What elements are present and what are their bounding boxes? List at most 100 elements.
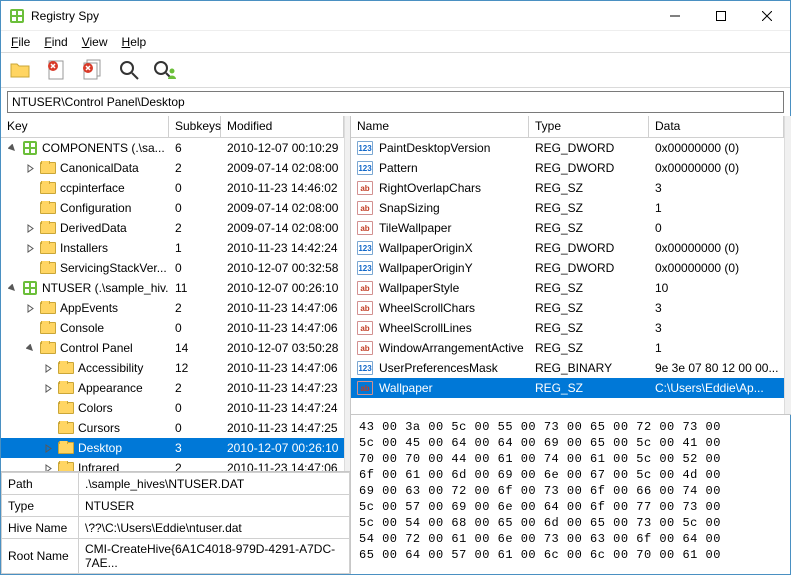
tree-row[interactable]: NTUSER (.\sample_hiv...112010-12-07 00:2… (1, 278, 344, 298)
tree-header-key[interactable]: Key (1, 116, 169, 137)
tree-key-name: Configuration (60, 201, 131, 215)
folder-icon (40, 182, 56, 194)
tree-expander[interactable] (43, 443, 54, 454)
values-scrollbar[interactable] (784, 116, 791, 414)
tree-expander[interactable] (43, 383, 54, 394)
maximize-icon (716, 11, 726, 21)
tree-expander[interactable] (25, 343, 36, 354)
address-bar[interactable]: NTUSER\Control Panel\Desktop (7, 91, 784, 113)
close-hive-button[interactable] (43, 56, 71, 84)
folder-icon (58, 382, 74, 394)
tree-subkeys: 0 (169, 321, 221, 335)
tree-header-subkeys[interactable]: Subkeys (169, 116, 221, 137)
tree-expander[interactable] (7, 143, 18, 154)
value-type-icon: 123 (357, 261, 373, 275)
value-type-icon: ab (357, 381, 373, 395)
tree-expander[interactable] (43, 463, 54, 472)
search-button[interactable] (115, 56, 143, 84)
tree-row[interactable]: Desktop32010-12-07 00:26:10 (1, 438, 344, 458)
file-close-icon (46, 59, 68, 81)
tree-row[interactable]: Installers12010-11-23 14:42:24 (1, 238, 344, 258)
tree-expander[interactable] (43, 363, 54, 374)
tree-row[interactable]: Console02010-11-23 14:47:06 (1, 318, 344, 338)
detail-hive-label: Hive Name (2, 517, 79, 539)
tree-expander[interactable] (25, 223, 36, 234)
value-row[interactable]: 123UserPreferencesMaskREG_BINARY9e 3e 07… (351, 358, 784, 378)
value-data: 1 (649, 201, 784, 215)
tree-subkeys: 3 (169, 441, 221, 455)
values-header-type[interactable]: Type (529, 116, 649, 137)
value-row[interactable]: abRightOverlapCharsREG_SZ3 (351, 178, 784, 198)
tree-modified: 2009-07-14 02:08:00 (221, 221, 344, 235)
tree-row[interactable]: AppEvents22010-11-23 14:47:06 (1, 298, 344, 318)
hex-viewer[interactable]: 43 00 3a 00 5c 00 55 00 73 00 65 00 72 0… (351, 414, 791, 574)
values-body[interactable]: 123PaintDesktopVersionREG_DWORD0x0000000… (351, 138, 784, 414)
value-name: WheelScrollChars (379, 301, 475, 315)
tree-header-modified[interactable]: Modified (221, 116, 344, 137)
menu-help-label: elp (130, 35, 146, 49)
value-row[interactable]: abWheelScrollLinesREG_SZ3 (351, 318, 784, 338)
tree-row[interactable]: ServicingStackVer...02010-12-07 00:32:58 (1, 258, 344, 278)
tree-subkeys: 2 (169, 221, 221, 235)
tree-row[interactable]: Cursors02010-11-23 14:47:25 (1, 418, 344, 438)
open-folder-icon (9, 60, 33, 80)
value-row[interactable]: abWindowArrangementActiveREG_SZ1 (351, 338, 784, 358)
detail-root-label: Root Name (2, 539, 79, 574)
tree-row[interactable]: COMPONENTS (.\sa...62010-12-07 00:10:29 (1, 138, 344, 158)
values-header-name[interactable]: Name (351, 116, 529, 137)
tree-row[interactable]: Appearance22010-11-23 14:47:23 (1, 378, 344, 398)
tree-row[interactable]: DerivedData22009-07-14 02:08:00 (1, 218, 344, 238)
tree-row[interactable]: Configuration02009-07-14 02:08:00 (1, 198, 344, 218)
menu-help[interactable]: Help (116, 33, 153, 51)
folder-icon (40, 302, 56, 314)
tree-expander[interactable] (25, 163, 36, 174)
detail-path-value: .\sample_hives\NTUSER.DAT (79, 473, 350, 495)
value-row[interactable]: 123PatternREG_DWORD0x00000000 (0) (351, 158, 784, 178)
search-user-button[interactable] (151, 56, 179, 84)
folder-icon (40, 262, 56, 274)
tree-row[interactable]: Infrared22010-11-23 14:47:06 (1, 458, 344, 471)
tree-row[interactable]: ccpinterface02010-11-23 14:46:02 (1, 178, 344, 198)
tree-expander[interactable] (7, 283, 18, 294)
value-row[interactable]: abWallpaperREG_SZC:\Users\Eddie\Ap... (351, 378, 784, 398)
value-type: REG_SZ (529, 301, 649, 315)
value-name: Wallpaper (379, 381, 433, 395)
tree-body[interactable]: COMPONENTS (.\sa...62010-12-07 00:10:29C… (1, 138, 344, 471)
app-icon (9, 8, 25, 24)
value-type-icon: 123 (357, 141, 373, 155)
tree-expander[interactable] (25, 243, 36, 254)
close-all-button[interactable] (79, 56, 107, 84)
value-data: 0x00000000 (0) (649, 261, 784, 275)
maximize-button[interactable] (698, 1, 744, 31)
value-row[interactable]: abTileWallpaperREG_SZ0 (351, 218, 784, 238)
tree-row[interactable]: Accessibility122010-11-23 14:47:06 (1, 358, 344, 378)
value-name: RightOverlapChars (379, 181, 481, 195)
value-name: WallpaperStyle (379, 281, 459, 295)
menu-view[interactable]: View (76, 33, 114, 51)
value-row[interactable]: 123WallpaperOriginXREG_DWORD0x00000000 (… (351, 238, 784, 258)
open-button[interactable] (7, 56, 35, 84)
value-row[interactable]: abWallpaperStyleREG_SZ10 (351, 278, 784, 298)
value-row[interactable]: abSnapSizingREG_SZ1 (351, 198, 784, 218)
value-name: WheelScrollLines (379, 321, 472, 335)
menu-file[interactable]: File (5, 33, 36, 51)
value-row[interactable]: 123PaintDesktopVersionREG_DWORD0x0000000… (351, 138, 784, 158)
minimize-button[interactable] (652, 1, 698, 31)
value-data: C:\Users\Eddie\Ap... (649, 381, 784, 395)
value-data: 0x00000000 (0) (649, 241, 784, 255)
value-row[interactable]: abWheelScrollCharsREG_SZ3 (351, 298, 784, 318)
close-button[interactable] (744, 1, 790, 31)
tree-modified: 2010-11-23 14:46:02 (221, 181, 344, 195)
tree-row[interactable]: Colors02010-11-23 14:47:24 (1, 398, 344, 418)
value-type: REG_DWORD (529, 161, 649, 175)
tree-row[interactable]: CanonicalData22009-07-14 02:08:00 (1, 158, 344, 178)
tree-key-name: Console (60, 321, 104, 335)
tree-scrollbar[interactable] (344, 116, 350, 471)
tree-expander[interactable] (25, 303, 36, 314)
values-header-data[interactable]: Data (649, 116, 784, 137)
tree-row[interactable]: Control Panel142010-12-07 03:50:28 (1, 338, 344, 358)
folder-icon (40, 322, 56, 334)
menu-find[interactable]: Find (38, 33, 73, 51)
value-row[interactable]: 123WallpaperOriginYREG_DWORD0x00000000 (… (351, 258, 784, 278)
tree-modified: 2009-07-14 02:08:00 (221, 161, 344, 175)
